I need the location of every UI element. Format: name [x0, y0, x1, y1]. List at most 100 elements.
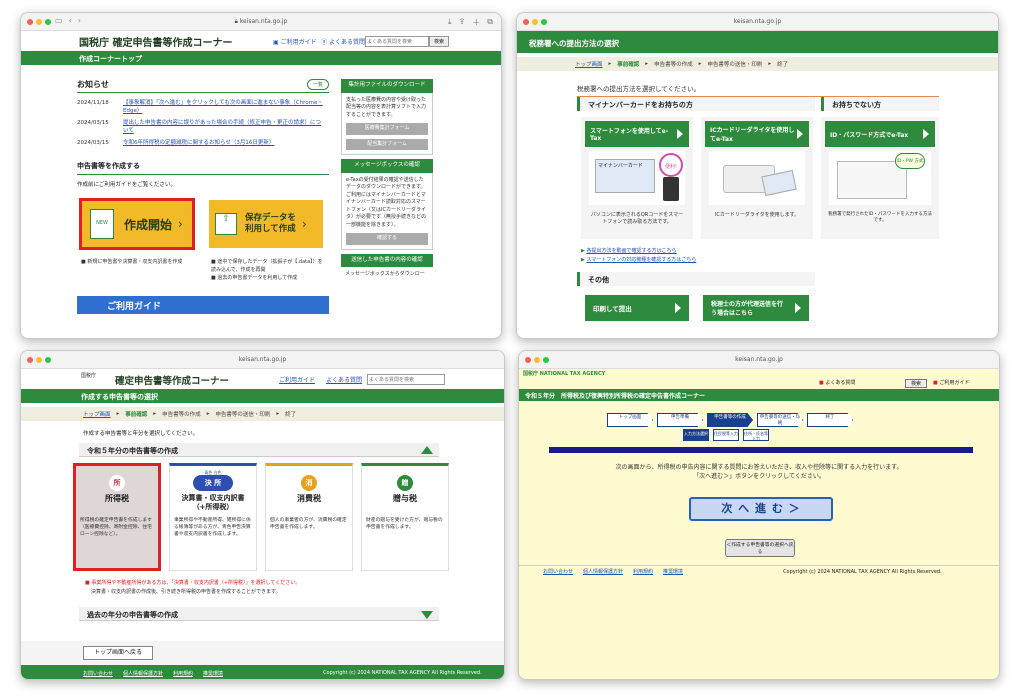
site-logo[interactable]: 確定申告書等作成コーナー — [115, 373, 229, 387]
help-links: ▶ 各提出方法を動画で確認する方はこちら ▶ スマートフォンの対応機種を確認する… — [581, 247, 696, 265]
other2-label: 税理士の方が代理送信を行う場合はこちら — [711, 301, 784, 317]
crumb-top[interactable]: トップ画面 — [83, 410, 111, 418]
progress-step: 申告書等の送信・印刷 — [757, 413, 803, 427]
guide-link[interactable]: ■ ご利用ガイド — [933, 379, 969, 386]
myna-heading: マイナンバーカードをお持ちの方 — [577, 97, 815, 111]
card-label: マイナンバーカード — [598, 163, 643, 169]
guide-banner[interactable]: ご利用ガイド — [77, 296, 329, 314]
footer-link[interactable]: 推奨環境 — [663, 568, 683, 575]
resume-button[interactable]: ⇧ 保存データを 利用して作成 › — [209, 200, 323, 248]
form-badge-icon: 消 — [301, 475, 317, 491]
option-card-smartphone: スマートフォンを使用してe-Tax マイナンバーカード 便利! パソコンに表示さ… — [581, 117, 693, 239]
form-card-gift-tax[interactable]: 贈贈与税 財産の贈与を受けた方が、贈与税の申告書を作成します。 — [361, 463, 449, 571]
crumb-top[interactable]: トップ画面 — [575, 60, 603, 68]
notice-list-button[interactable]: 一覧 — [306, 79, 329, 90]
arrow-right-icon — [797, 129, 803, 139]
past-year-section[interactable]: 過去の年分の申告書等の作成 — [79, 607, 439, 621]
footer-link[interactable]: 個人情報保護方針 — [123, 670, 163, 677]
page-title-bar: 令和５年分 所得税及び復興特別所得税の確定申告書作成コーナー — [519, 389, 999, 401]
tax-accountant-button[interactable]: 税理士の方が代理送信を行う場合はこちら — [703, 295, 809, 321]
guide-link[interactable]: ▣ ご利用ガイド — [273, 37, 317, 46]
site-logo[interactable]: 国税庁 確定申告書等作成コーナー — [79, 34, 232, 49]
share-icon[interactable]: ⇪ — [459, 17, 466, 28]
print-submit-button[interactable]: 印刷して提出 — [585, 295, 689, 321]
footer-link[interactable]: 推奨環境 — [203, 670, 223, 677]
start-new-button[interactable]: NEW 作成開始 › — [79, 198, 195, 250]
crumb-sep-icon: ▸ — [768, 61, 772, 67]
next-button[interactable]: 次 へ 進 む ＞ — [689, 497, 833, 521]
faq-link[interactable]: よくある質問 — [326, 375, 362, 384]
download-icon[interactable]: ⤓ — [448, 17, 452, 28]
progress-step: 申告書等の作成 — [707, 413, 753, 427]
footer-link[interactable]: 個人情報保護方針 — [583, 568, 623, 575]
faq-link[interactable]: ■ よくある質問 — [819, 379, 855, 386]
crumb-sep-icon: ▸ — [276, 411, 280, 417]
notice-link[interactable]: 【事象解消】「次へ進む」をクリックしても次の画面に進まない事象（Chrome・E… — [123, 99, 323, 115]
address-bar[interactable]: keisan.nta.go.jp — [21, 356, 504, 363]
new-badge: NEW — [96, 220, 108, 226]
arrow-right-icon — [795, 303, 801, 313]
back-to-top-button[interactable]: トップ画面へ戻る — [83, 646, 153, 660]
browser-toolbar: keisan.nta.go.jp — [21, 351, 504, 369]
site-header: 国税庁 確定申告書等作成コーナー ご利用ガイド よくある質問 — [21, 369, 504, 389]
help-link: ▶ スマートフォンの対応機種を確認する方はこちら — [581, 256, 696, 265]
question-icon: ⓠ — [321, 39, 328, 46]
opt1-caption: パソコンに表示されるQRコードをスマートフォンで読み取る方法です。 — [590, 212, 684, 225]
search-button[interactable]: 検索 — [905, 379, 927, 388]
browser-toolbar: keisan.nta.go.jp — [519, 351, 999, 369]
tabs-icon[interactable]: ⧉ — [487, 17, 493, 28]
smartphone-etax-button[interactable]: スマートフォンを使用してe-Tax — [585, 121, 689, 147]
new-tab-icon[interactable]: ＋ — [472, 17, 480, 28]
progress-step: 終了 — [807, 413, 853, 427]
footer-link[interactable]: お問い合わせ — [83, 670, 113, 677]
search-input[interactable] — [365, 36, 429, 47]
guide-banner-label: ご利用ガイド — [107, 302, 162, 312]
address-bar[interactable]: keisan.nta.go.jp — [517, 18, 998, 25]
page-title-bar: 作成コーナートップ — [21, 51, 501, 65]
crumb-step: 終了 — [777, 62, 789, 68]
resume-note: ■ 過去の申告書データを利用して作成 — [211, 275, 298, 281]
back-to-selection-button[interactable]: ＜作成する申告書等の選択へ戻る — [725, 539, 795, 557]
crumb-step: 申告書等の送信・印刷 — [215, 412, 271, 418]
crumb-current: 事前確認 — [125, 412, 148, 418]
nomyna-heading: お持ちでない方 — [821, 97, 939, 111]
breadcrumb: トップ画面 ▸ 事前確認 ▸ 申告書等の作成 ▸ 申告書等の送信・印刷 ▸ 終了 — [517, 57, 998, 71]
form-card-income-tax[interactable]: 所所得税 所得税の確定申告書を作成します（医療費控除、寄附金控除、住宅ローン控除な… — [73, 463, 161, 571]
idpw-etax-button[interactable]: ID・パスワード方式でe-Tax — [825, 121, 935, 147]
page-title-bar: 税務署への提出方法の選択 — [517, 31, 998, 53]
page-title-bar: 作成する申告書等の選択 — [21, 389, 504, 403]
search-input[interactable] — [367, 374, 445, 385]
resume-note: ■ 途中で保存したデータ（拡張子が【.data】）を読み込んで、作成を再開 — [211, 259, 323, 273]
url-text: keisan.nta.go.jp — [733, 18, 782, 25]
form-card-title: 決算書・収支内訳書 （+所得税） — [181, 494, 245, 511]
check-msgbox-button[interactable]: 確認する — [346, 233, 428, 245]
guide-link[interactable]: ご利用ガイド — [279, 375, 315, 384]
footer-link[interactable]: 利用規約 — [633, 568, 653, 575]
footer-link[interactable]: お問い合わせ — [543, 568, 573, 575]
form-card-consumption-tax[interactable]: 消消費税 個人の事業者の方が、消費税の確定申告書を作成します。 — [265, 463, 353, 571]
new-document-icon: NEW — [90, 209, 114, 239]
form-card-row: 所所得税 所得税の確定申告書を作成します（医療費控除、寄附金控除、住宅ローン控除な… — [71, 463, 455, 571]
search-button[interactable]: 検索 — [429, 36, 449, 47]
notice-link[interactable]: 令和6年所得税の定額減税に関するお知らせ（3月16日更新） — [123, 139, 323, 147]
icreader-etax-button[interactable]: ICカードリーダライタを使用してe-Tax — [705, 121, 809, 147]
option-card-idpw: ID・パスワード方式でe-Tax ID・PW 方式 税務署で発行されたID・パス… — [821, 117, 939, 239]
video-link[interactable]: 各提出方法を動画で確認する方はこちら — [586, 248, 676, 254]
crumb-sep-icon: ▸ — [153, 411, 157, 417]
address-bar[interactable]: 🔒︎ keisan.nta.go.jp — [21, 18, 501, 26]
section2-label: 過去の年分の申告書等の作成 — [87, 611, 178, 619]
window-top-page: ▭ ‹ › 🔒︎ keisan.nta.go.jp ⤓ ⇪ ＋ ⧉ 国税庁 確定… — [20, 12, 502, 339]
medical-form-button[interactable]: 医療費集計フォーム — [346, 123, 428, 135]
faq-link[interactable]: ⓠ よくある質問 — [321, 37, 365, 46]
crumb-step: 申告書等の作成 — [162, 412, 201, 418]
dividend-form-button[interactable]: 配当集計フォーム — [346, 138, 428, 150]
address-bar[interactable]: keisan.nta.go.jp — [519, 356, 999, 363]
notice-link[interactable]: 提出した申告書の内容に誤りがあった場合の手続（修正申告・更正の請求）について — [123, 119, 323, 135]
lock-icon: 🔒︎ — [234, 18, 238, 25]
divider-bar — [549, 447, 973, 453]
device-link[interactable]: スマートフォンの対応機種を確認する方はこちら — [586, 257, 696, 263]
form-card-settlement[interactable]: 青色 白色決 所決算書・収支内訳書 （+所得税） 事業所得や不動産所得、雑所得に係… — [169, 463, 257, 571]
arrow-right-icon: ▶ — [581, 248, 585, 254]
footer-link[interactable]: 利用規約 — [173, 670, 193, 677]
current-year-section[interactable]: 令和５年分の申告書等の作成 — [79, 443, 439, 457]
